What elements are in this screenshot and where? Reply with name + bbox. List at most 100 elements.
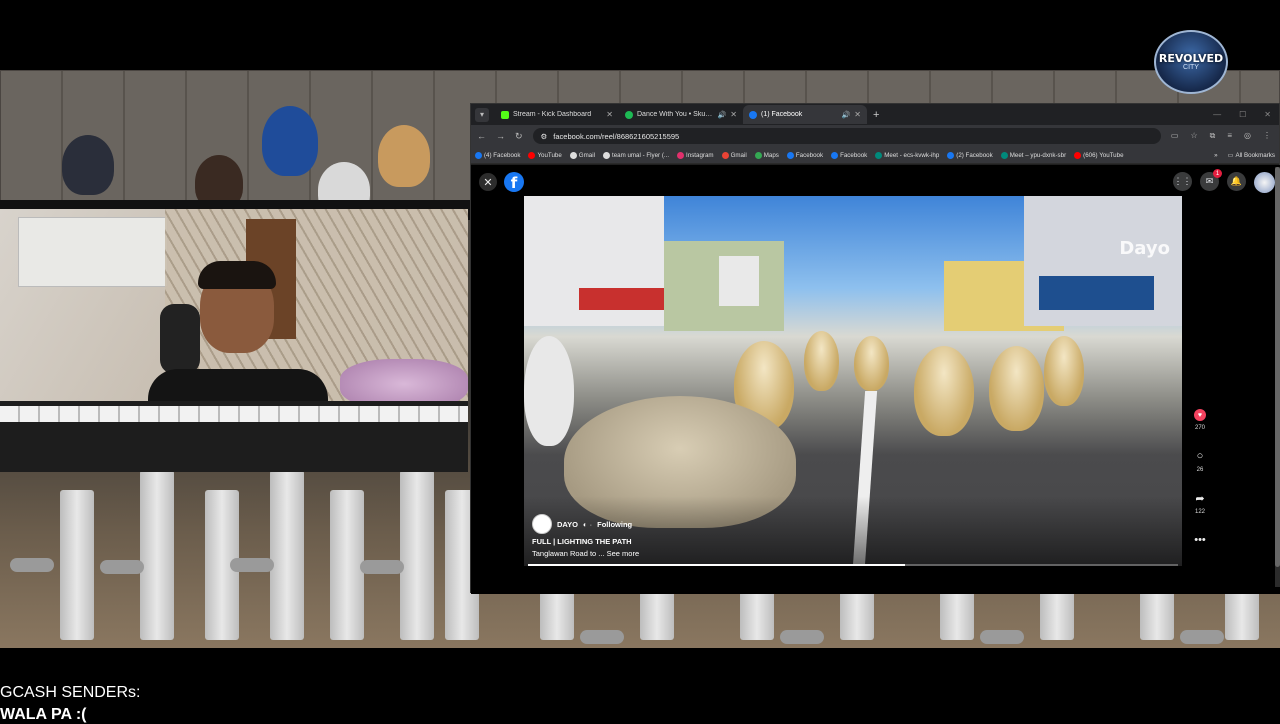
reel-title: FULL | LIGHTING THE PATH: [532, 537, 632, 546]
like-heart-icon[interactable]: ♥: [1194, 409, 1206, 421]
reel-video[interactable]: Dayo DAYO ◐ · Following FULL | LIGHTING …: [524, 196, 1182, 566]
maps-icon: [754, 151, 762, 159]
spotify-icon: [625, 110, 633, 119]
facebook-icon: [749, 110, 757, 119]
more-bookmarks-icon[interactable]: »: [1214, 152, 1217, 159]
tab-facebook[interactable]: (1) Facebook 🔊 ✕: [743, 105, 867, 124]
bookmark-item[interactable]: Gmail: [721, 151, 747, 159]
media-icon[interactable]: ≡: [1227, 131, 1232, 141]
bookmark-item[interactable]: (4) Facebook: [475, 151, 520, 159]
minimize-icon[interactable]: —: [1213, 110, 1221, 119]
maximize-icon[interactable]: ☐: [1239, 110, 1246, 119]
channel-avatar[interactable]: [532, 514, 552, 534]
facebook-icon: [831, 151, 839, 159]
youtube-icon: [528, 151, 536, 159]
bookmark-item[interactable]: Instagram: [677, 151, 714, 159]
notification-badge: 1: [1213, 169, 1222, 178]
menu-icon[interactable]: ⋮: [1263, 131, 1271, 141]
tab-bar: ▾ Stream - Kick Dashboard ✕ Dance With Y…: [471, 104, 1279, 125]
bookmark-item[interactable]: YouTube: [528, 151, 562, 159]
facebook-icon: [947, 151, 955, 159]
more-options-icon[interactable]: •••: [1193, 533, 1207, 547]
page-scrollbar[interactable]: [1275, 167, 1280, 587]
facebook-icon: [786, 151, 794, 159]
close-reel-button[interactable]: ✕: [479, 173, 497, 191]
video-watermark: Dayo: [1119, 238, 1170, 259]
video-progress-fill: [528, 564, 905, 566]
logo-subtitle: CITY: [1183, 64, 1199, 71]
bookmark-item[interactable]: (2) Facebook: [947, 151, 993, 159]
profile-avatar[interactable]: [1254, 172, 1275, 193]
channel-name[interactable]: DAYO: [557, 520, 578, 529]
avatar: [378, 125, 430, 187]
like-count: 270: [1194, 425, 1205, 431]
site-info-icon[interactable]: ⚙: [541, 132, 548, 141]
tab-label: Dance With You • Skusta Clee: [637, 111, 714, 118]
facebook-icon: [475, 151, 482, 159]
avatar: [62, 135, 114, 195]
tab-kick-dashboard[interactable]: Stream - Kick Dashboard ✕: [495, 105, 619, 124]
notifications-bell-icon[interactable]: 🔔: [1227, 172, 1246, 191]
webcam-feed: [0, 209, 468, 472]
messenger-icon[interactable]: ✉ 1: [1200, 169, 1222, 191]
globe-icon: ◐ ·: [582, 519, 593, 529]
all-bookmarks-button[interactable]: ▭ All Bookmarks: [1228, 152, 1275, 159]
url-text: facebook.com/reel/868621605215595: [553, 131, 680, 141]
bookmark-item[interactable]: Facebook: [786, 151, 823, 159]
address-bar: ← → ↻ ⚙ facebook.com/reel/86862160521559…: [471, 125, 1279, 147]
gmail-icon: [721, 151, 729, 159]
share-count: 122: [1194, 509, 1205, 515]
extensions-icon[interactable]: ⧉: [1210, 131, 1216, 141]
back-icon[interactable]: ←: [477, 131, 486, 141]
browser-window: ▾ Stream - Kick Dashboard ✕ Dance With Y…: [470, 103, 1280, 594]
tab-label: Stream - Kick Dashboard: [513, 111, 592, 118]
speaker-icon[interactable]: 🔊: [718, 111, 727, 119]
bookmark-item[interactable]: Facebook: [831, 151, 867, 159]
channel-info: DAYO ◐ · Following: [532, 514, 632, 534]
share-icon[interactable]: ➦: [1193, 491, 1207, 505]
close-icon[interactable]: ✕: [606, 110, 613, 119]
bookmark-item[interactable]: (606) YouTube: [1074, 151, 1124, 159]
facebook-reel-viewer: ✕ f ⋮⋮ ✉ 1 🔔 Dayo DAYO ◐ · Following FUL…: [471, 165, 1280, 594]
video-progress-bar[interactable]: [528, 564, 1178, 566]
url-input[interactable]: ⚙ facebook.com/reel/868621605215595: [532, 128, 1161, 144]
avatar: [262, 106, 318, 176]
facebook-logo-icon[interactable]: f: [504, 172, 524, 192]
revolved-city-logo: REVOLVED CITY: [1154, 30, 1228, 94]
bookmark-item[interactable]: Meet - ecs-kvwk-ihp: [875, 151, 939, 159]
gmail-icon: [569, 151, 577, 159]
meet-icon: [875, 151, 883, 159]
bookmark-item[interactable]: Meet – ypu-dxnk-sbr: [1000, 151, 1066, 159]
profile-icon[interactable]: ◎: [1244, 131, 1251, 141]
star-icon[interactable]: ☆: [1190, 131, 1197, 141]
forward-icon[interactable]: →: [496, 131, 505, 141]
tab-search-button[interactable]: ▾: [475, 107, 489, 122]
bookmark-item[interactable]: Gmail: [569, 151, 595, 159]
microphone: [160, 304, 200, 374]
logo-title: REVOLVED: [1158, 52, 1224, 65]
bookmarks-bar: (4) Facebook YouTube Gmail team umal - F…: [471, 147, 1279, 164]
comment-count: 26: [1196, 467, 1204, 473]
close-window-icon[interactable]: ✕: [1264, 110, 1271, 119]
comment-icon[interactable]: ○: [1193, 449, 1207, 463]
apps-grid-icon[interactable]: ⋮⋮: [1173, 172, 1192, 191]
close-icon[interactable]: ✕: [854, 110, 861, 119]
gcash-senders-label: GCASH SENDERs:: [0, 684, 141, 701]
globe-icon: [602, 151, 610, 159]
youtube-icon: [1074, 151, 1082, 159]
speaker-icon[interactable]: 🔊: [842, 111, 851, 119]
tab-label: (1) Facebook: [761, 111, 803, 118]
cast-icon[interactable]: ▭: [1171, 131, 1179, 141]
reel-description[interactable]: Tanglawan Road to ... See more: [532, 549, 639, 558]
bookmark-item[interactable]: Maps: [754, 151, 779, 159]
tab-spotify[interactable]: Dance With You • Skusta Clee 🔊 ✕: [619, 105, 743, 124]
close-icon[interactable]: ✕: [730, 110, 737, 119]
reel-actions: ♥ 270 ○ 26 ➦ 122 •••: [1189, 409, 1211, 547]
new-tab-button[interactable]: +: [873, 109, 879, 121]
folder-icon: ▭: [1227, 151, 1234, 159]
reload-icon[interactable]: ↻: [515, 131, 523, 142]
gcash-senders-value: WALA PA :(: [0, 706, 87, 723]
kick-icon: [501, 110, 509, 119]
following-button[interactable]: Following: [597, 520, 632, 529]
bookmark-item[interactable]: team umal - Flyer (...: [602, 151, 669, 159]
